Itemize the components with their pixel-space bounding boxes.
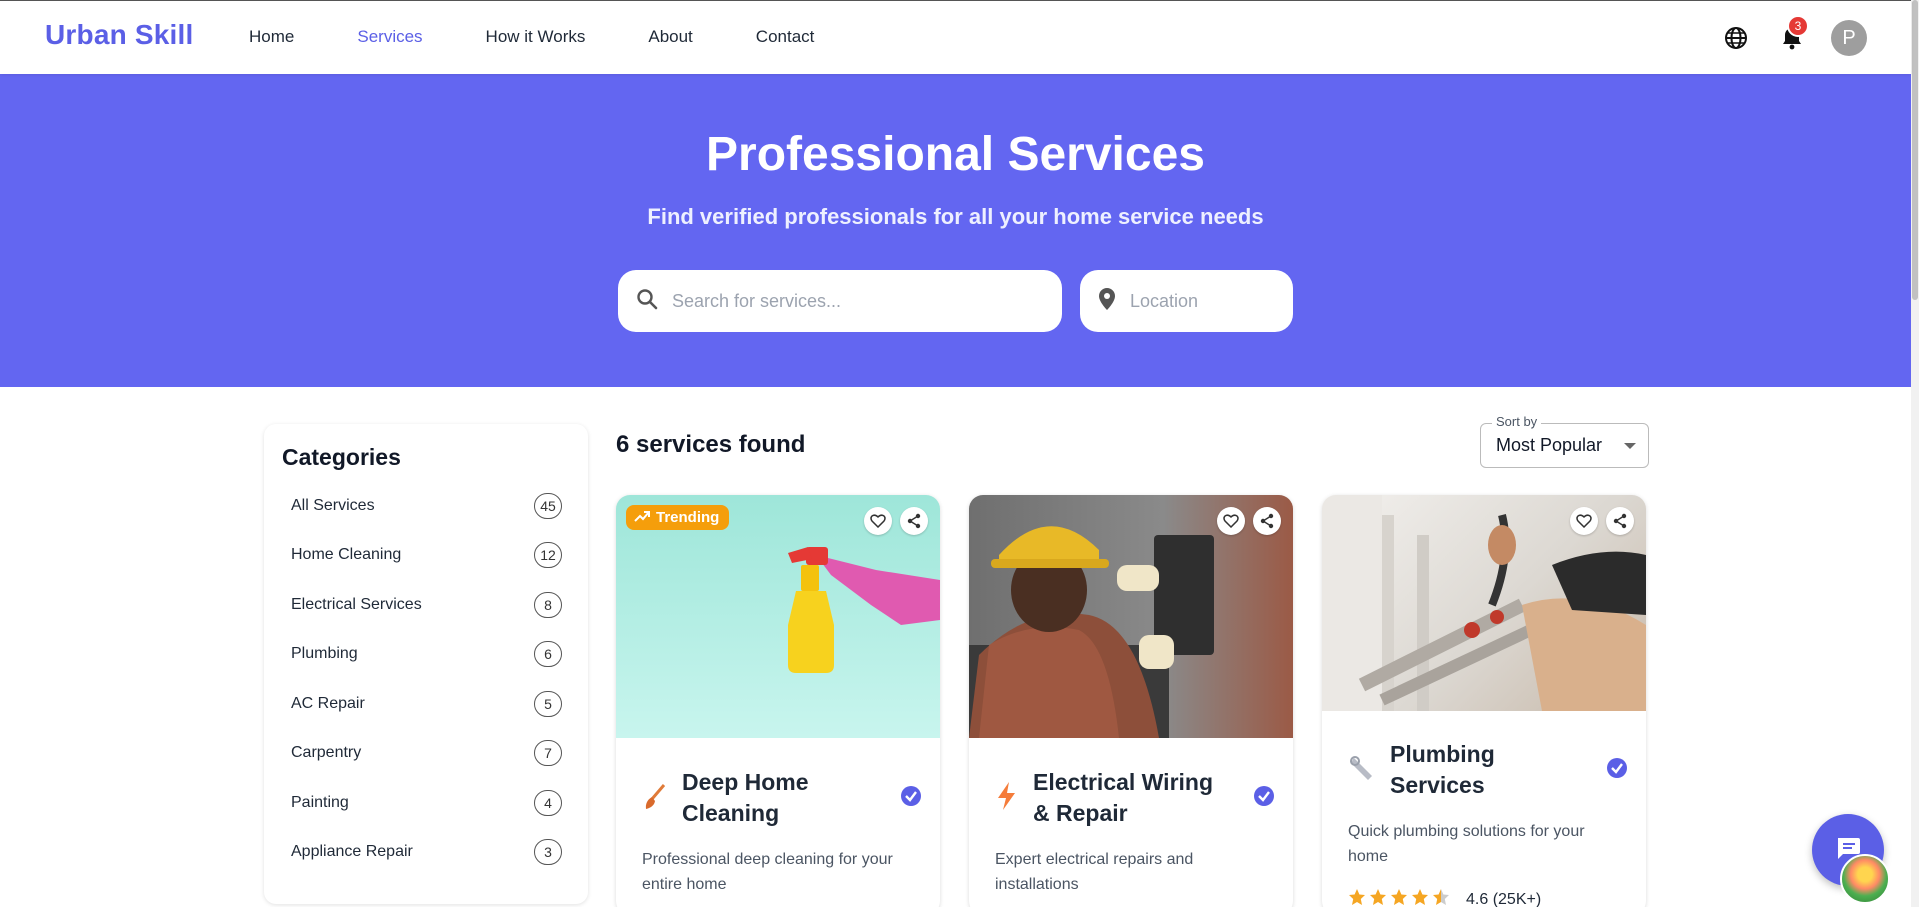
service-image bbox=[969, 495, 1293, 738]
assistant-avatar[interactable] bbox=[1840, 854, 1890, 904]
page: Urban Skill Home Services How it Works A… bbox=[0, 0, 1919, 907]
card-title: Plumbing Services bbox=[1390, 741, 1495, 798]
service-card-deep-home-cleaning[interactable]: Trending Deep Home Cleaning Professional… bbox=[616, 495, 940, 907]
verified-icon bbox=[900, 785, 922, 812]
category-home-cleaning[interactable]: Home Cleaning 12 bbox=[282, 531, 570, 581]
category-label: Painting bbox=[291, 793, 349, 811]
category-label: Home Cleaning bbox=[291, 546, 402, 564]
category-count: 3 bbox=[534, 839, 562, 866]
category-count: 6 bbox=[534, 641, 562, 668]
rating: 4.6 (25K+) bbox=[1348, 888, 1541, 907]
category-label: All Services bbox=[291, 496, 375, 514]
share-icon[interactable] bbox=[900, 507, 928, 535]
share-icon[interactable] bbox=[1253, 507, 1281, 535]
verified-icon bbox=[1253, 785, 1275, 812]
star-rating-icon bbox=[1348, 888, 1456, 907]
sort-label: Sort by bbox=[1492, 414, 1542, 429]
main-nav: Home Services How it Works About Contact bbox=[249, 27, 877, 47]
category-count: 12 bbox=[534, 542, 562, 569]
trending-badge: Trending bbox=[626, 505, 730, 530]
nav-home[interactable]: Home bbox=[249, 27, 294, 47]
wrench-icon bbox=[1348, 754, 1376, 787]
card-title: Deep Home Cleaning bbox=[682, 769, 809, 826]
location-pin-icon bbox=[1098, 287, 1116, 316]
category-painting[interactable]: Painting 4 bbox=[282, 778, 570, 828]
hero-banner: Professional Services Find verified prof… bbox=[0, 74, 1911, 387]
service-card-electrical-wiring[interactable]: Electrical Wiring & Repair Expert electr… bbox=[969, 495, 1293, 907]
category-all-services[interactable]: All Services 45 bbox=[282, 481, 570, 531]
search-input[interactable]: Search for services... bbox=[618, 270, 1062, 332]
favorite-heart-icon[interactable] bbox=[1217, 507, 1245, 535]
card-actions bbox=[864, 507, 928, 535]
categories-title: Categories bbox=[282, 444, 401, 470]
category-ac-repair[interactable]: AC Repair 5 bbox=[282, 679, 570, 729]
categories-sidebar: Categories All Services 45 Home Cleaning 1… bbox=[264, 424, 588, 904]
results-count: 6 services found bbox=[616, 431, 806, 458]
category-label: AC Repair bbox=[291, 694, 365, 712]
scrollbar-thumb[interactable] bbox=[1912, 0, 1918, 300]
category-electrical-services[interactable]: Electrical Services 8 bbox=[282, 580, 570, 630]
search-placeholder: Search for services... bbox=[672, 290, 842, 311]
hero-subtitle: Find verified professionals for all your… bbox=[647, 204, 1264, 229]
favorite-heart-icon[interactable] bbox=[864, 507, 892, 535]
card-actions bbox=[1570, 507, 1634, 535]
bell-icon[interactable]: 3 bbox=[1775, 15, 1809, 55]
category-label: Appliance Repair bbox=[291, 843, 413, 861]
category-count: 8 bbox=[534, 591, 562, 618]
category-count: 4 bbox=[534, 789, 562, 816]
card-description: Professional deep cleaning for your enti… bbox=[642, 851, 893, 893]
verified-icon bbox=[1606, 757, 1628, 784]
category-count: 45 bbox=[534, 492, 562, 519]
globe-icon[interactable] bbox=[1719, 21, 1753, 55]
brand-logo[interactable]: Urban Skill bbox=[45, 19, 193, 51]
category-plumbing[interactable]: Plumbing 6 bbox=[282, 630, 570, 680]
nav-contact[interactable]: Contact bbox=[756, 27, 815, 47]
bolt-icon bbox=[995, 781, 1019, 816]
share-icon[interactable] bbox=[1606, 507, 1634, 535]
service-card-plumbing[interactable]: Plumbing Services Quick plumbing solutio… bbox=[1322, 495, 1646, 907]
search-icon bbox=[636, 288, 658, 315]
category-count: 5 bbox=[534, 690, 562, 717]
page-title: Professional Services bbox=[706, 128, 1205, 181]
top-header: Urban Skill Home Services How it Works A… bbox=[0, 0, 1911, 74]
category-label: Plumbing bbox=[291, 645, 358, 663]
avatar[interactable]: P bbox=[1831, 20, 1867, 56]
card-actions bbox=[1217, 507, 1281, 535]
card-title-row: Electrical Wiring & Repair bbox=[995, 767, 1275, 829]
favorite-heart-icon[interactable] bbox=[1570, 507, 1598, 535]
category-label: Carpentry bbox=[291, 744, 362, 762]
location-input[interactable]: Location bbox=[1080, 270, 1293, 332]
category-carpentry[interactable]: Carpentry 7 bbox=[282, 729, 570, 779]
sort-select[interactable]: Most Popular bbox=[1480, 423, 1649, 468]
trending-badge-label: Trending bbox=[656, 509, 720, 526]
nav-services[interactable]: Services bbox=[357, 27, 422, 47]
card-title: Electrical Wiring & Repair bbox=[1033, 769, 1214, 826]
notification-badge: 3 bbox=[1787, 15, 1809, 37]
sort-value: Most Popular bbox=[1496, 435, 1603, 455]
category-label: Electrical Services bbox=[291, 595, 422, 613]
service-image: Trending bbox=[616, 495, 940, 738]
nav-how-it-works[interactable]: How it Works bbox=[486, 27, 586, 47]
trending-up-icon bbox=[634, 509, 650, 526]
brush-icon bbox=[642, 781, 668, 816]
rating-text: 4.6 (25K+) bbox=[1466, 890, 1542, 907]
category-appliance-repair[interactable]: Appliance Repair 3 bbox=[282, 828, 570, 878]
chevron-down-icon bbox=[1624, 443, 1636, 449]
card-description: Expert electrical repairs and installati… bbox=[995, 851, 1194, 893]
service-image bbox=[1322, 495, 1646, 711]
card-title-row: Deep Home Cleaning bbox=[642, 767, 922, 829]
nav-about[interactable]: About bbox=[648, 27, 692, 47]
location-placeholder: Location bbox=[1130, 290, 1199, 311]
card-title-row: Plumbing Services bbox=[1348, 739, 1628, 801]
card-description: Quick plumbing solutions for your home bbox=[1348, 823, 1585, 865]
header-actions: 3 P bbox=[1719, 15, 1867, 56]
category-count: 7 bbox=[534, 740, 562, 767]
